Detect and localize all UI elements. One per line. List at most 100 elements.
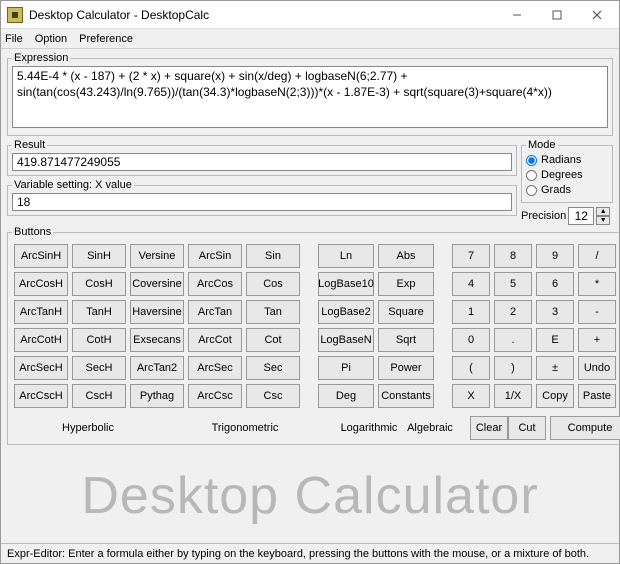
btn-cos[interactable]: Cos — [246, 272, 300, 296]
btn-copy[interactable]: Copy — [536, 384, 574, 408]
variable-group: Variable setting: X value — [7, 179, 517, 216]
btn-key-3-8[interactable]: . — [494, 328, 532, 352]
menu-preference[interactable]: Preference — [79, 33, 133, 45]
btn-undo[interactable]: Undo — [578, 356, 616, 380]
mode-radians[interactable]: Radians — [526, 153, 608, 168]
btn-7[interactable]: 7 — [452, 244, 490, 268]
btn-arctanh[interactable]: ArcTanH — [14, 300, 68, 324]
btn-arccsch[interactable]: ArcCscH — [14, 384, 68, 408]
expression-legend: Expression — [12, 52, 70, 64]
btn-9[interactable]: 9 — [536, 244, 574, 268]
btn-constants[interactable]: Constants — [378, 384, 434, 408]
btn-sqrt[interactable]: Sqrt — [378, 328, 434, 352]
precision-input[interactable] — [568, 207, 594, 225]
menu-file[interactable]: File — [5, 33, 23, 45]
close-button[interactable] — [577, 2, 617, 28]
btn-arcsin[interactable]: ArcSin — [188, 244, 242, 268]
precision-down-button[interactable]: ▼ — [596, 216, 610, 225]
btn-arcsech[interactable]: ArcSecH — [14, 356, 68, 380]
btn-5[interactable]: 5 — [494, 272, 532, 296]
mode-legend: Mode — [526, 139, 558, 151]
btn-abs[interactable]: Abs — [378, 244, 434, 268]
expression-group: Expression 5.44E-4 * (x - 187) + (2 * x)… — [7, 52, 613, 136]
btn-key-4-8[interactable]: ) — [494, 356, 532, 380]
btn-exsecans[interactable]: Exsecans — [130, 328, 184, 352]
btn-coth[interactable]: CotH — [72, 328, 126, 352]
label-trigonometric: Trigonometric — [162, 422, 328, 434]
btn-key-0-10[interactable]: / — [578, 244, 616, 268]
btn-1-x[interactable]: 1/X — [494, 384, 532, 408]
precision-control: Precision ▲ ▼ — [521, 207, 613, 225]
btn-arctan[interactable]: ArcTan — [188, 300, 242, 324]
btn-4[interactable]: 4 — [452, 272, 490, 296]
btn-key-2-10[interactable]: - — [578, 300, 616, 324]
btn-2[interactable]: 2 — [494, 300, 532, 324]
btn-square[interactable]: Square — [378, 300, 434, 324]
btn-csc[interactable]: Csc — [246, 384, 300, 408]
mode-degrees[interactable]: Degrees — [526, 168, 608, 183]
btn-arccoth[interactable]: ArcCotH — [14, 328, 68, 352]
btn-sech[interactable]: SecH — [72, 356, 126, 380]
btn-pythag[interactable]: Pythag — [130, 384, 184, 408]
btn-3[interactable]: 3 — [536, 300, 574, 324]
btn-sec[interactable]: Sec — [246, 356, 300, 380]
btn-exp[interactable]: Exp — [378, 272, 434, 296]
btn-haversine[interactable]: Haversine — [130, 300, 184, 324]
result-legend: Result — [12, 139, 47, 151]
btn-e[interactable]: E — [536, 328, 574, 352]
btn-arcsec[interactable]: ArcSec — [188, 356, 242, 380]
cut-button[interactable]: Cut — [508, 416, 546, 440]
btn-versine[interactable]: Versine — [130, 244, 184, 268]
btn-coversine[interactable]: Coversine — [130, 272, 184, 296]
clear-button[interactable]: Clear — [470, 416, 508, 440]
btn-tanh[interactable]: TanH — [72, 300, 126, 324]
precision-label: Precision — [521, 210, 566, 222]
btn-x[interactable]: X — [452, 384, 490, 408]
btn-tan[interactable]: Tan — [246, 300, 300, 324]
result-group: Result — [7, 139, 517, 176]
btn-key-4-7[interactable]: ( — [452, 356, 490, 380]
precision-up-button[interactable]: ▲ — [596, 207, 610, 216]
btn-6[interactable]: 6 — [536, 272, 574, 296]
buttons-group: Buttons ArcSinHSinHVersineArcSinSinLnAbs… — [7, 226, 620, 445]
btn-logbasen[interactable]: LogBaseN — [318, 328, 374, 352]
app-icon — [7, 7, 23, 23]
expression-input[interactable]: 5.44E-4 * (x - 187) + (2 * x) + square(x… — [12, 66, 608, 128]
btn-cot[interactable]: Cot — [246, 328, 300, 352]
btn-sinh[interactable]: SinH — [72, 244, 126, 268]
btn-8[interactable]: 8 — [494, 244, 532, 268]
window-title: Desktop Calculator - DesktopCalc — [29, 8, 497, 22]
btn-arctan2[interactable]: ArcTan2 — [130, 356, 184, 380]
label-hyperbolic: Hyperbolic — [14, 422, 162, 434]
mode-group: Mode Radians Degrees Grads — [521, 139, 613, 203]
minimize-button[interactable] — [497, 2, 537, 28]
btn-pi[interactable]: Pi — [318, 356, 374, 380]
btn-ln[interactable]: Ln — [318, 244, 374, 268]
btn-csch[interactable]: CscH — [72, 384, 126, 408]
result-input[interactable] — [12, 153, 512, 171]
btn-arccsc[interactable]: ArcCsc — [188, 384, 242, 408]
btn-arccot[interactable]: ArcCot — [188, 328, 242, 352]
variable-input[interactable] — [12, 193, 512, 211]
menu-option[interactable]: Option — [35, 33, 67, 45]
btn-key-4-9[interactable]: ± — [536, 356, 574, 380]
label-algebraic: Algebraic — [400, 422, 460, 434]
btn-key-3-10[interactable]: + — [578, 328, 616, 352]
compute-button[interactable]: Compute — [550, 416, 620, 440]
btn-deg[interactable]: Deg — [318, 384, 374, 408]
btn-1[interactable]: 1 — [452, 300, 490, 324]
btn-logbase2[interactable]: LogBase2 — [318, 300, 374, 324]
btn-paste[interactable]: Paste — [578, 384, 616, 408]
btn-arccosh[interactable]: ArcCosH — [14, 272, 68, 296]
btn-power[interactable]: Power — [378, 356, 434, 380]
btn-sin[interactable]: Sin — [246, 244, 300, 268]
maximize-button[interactable] — [537, 2, 577, 28]
btn-0[interactable]: 0 — [452, 328, 490, 352]
statusbar: Expr-Editor: Enter a formula either by t… — [1, 543, 619, 563]
mode-grads[interactable]: Grads — [526, 183, 608, 198]
btn-key-1-10[interactable]: * — [578, 272, 616, 296]
btn-logbase10[interactable]: LogBase10 — [318, 272, 374, 296]
btn-arccos[interactable]: ArcCos — [188, 272, 242, 296]
btn-arcsinh[interactable]: ArcSinH — [14, 244, 68, 268]
btn-cosh[interactable]: CosH — [72, 272, 126, 296]
